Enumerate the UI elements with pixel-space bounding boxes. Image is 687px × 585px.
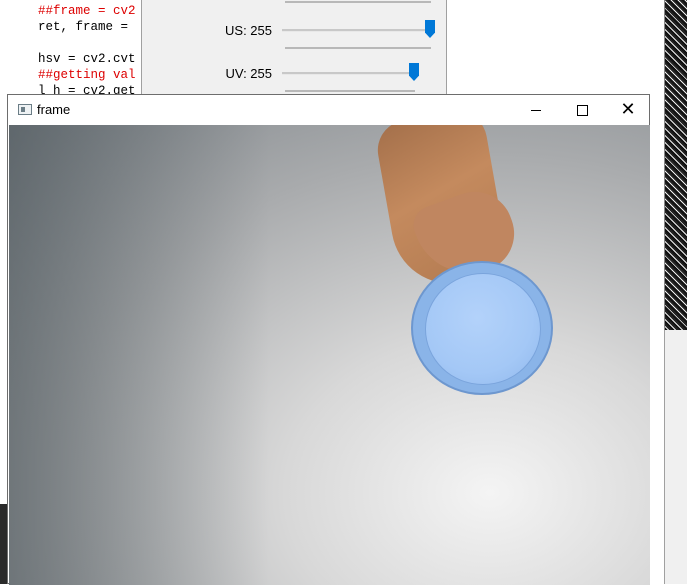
app-window-icon — [18, 104, 32, 115]
trackbar-window: US: 255 UV: 255 — [141, 0, 447, 98]
title-bar[interactable]: frame ✕ — [8, 95, 649, 125]
frame-window: frame ✕ — [7, 94, 650, 585]
trackbar-thumb[interactable] — [425, 20, 435, 38]
close-icon: ✕ — [620, 99, 636, 120]
camera-frame — [9, 125, 650, 585]
maximize-icon — [576, 104, 588, 116]
close-button[interactable]: ✕ — [605, 95, 651, 125]
code-line: ret, frame = — [38, 20, 136, 34]
trackbar-us: US: 255 — [142, 7, 446, 49]
background-window — [664, 330, 687, 584]
trackbar-uv: UV: 255 — [142, 50, 446, 92]
trackbar-label: US: 255 — [225, 23, 272, 38]
maximize-button[interactable] — [559, 95, 605, 125]
shadow — [9, 125, 269, 585]
trackbar-thumb[interactable] — [409, 63, 419, 81]
code-line: hsv = cv2.cvt — [38, 52, 136, 66]
minimize-icon — [531, 109, 541, 111]
mask-window — [664, 0, 687, 330]
trackbar-track[interactable] — [282, 72, 418, 75]
code-line: ##frame = cv2 — [38, 4, 136, 18]
code-line: ##getting val — [38, 68, 136, 82]
window-title: frame — [37, 102, 71, 117]
trackbar-track[interactable] — [282, 29, 432, 32]
trackbar-label: UV: 255 — [225, 66, 273, 81]
minimize-button[interactable] — [513, 95, 559, 125]
blue-disc-center — [425, 273, 541, 385]
